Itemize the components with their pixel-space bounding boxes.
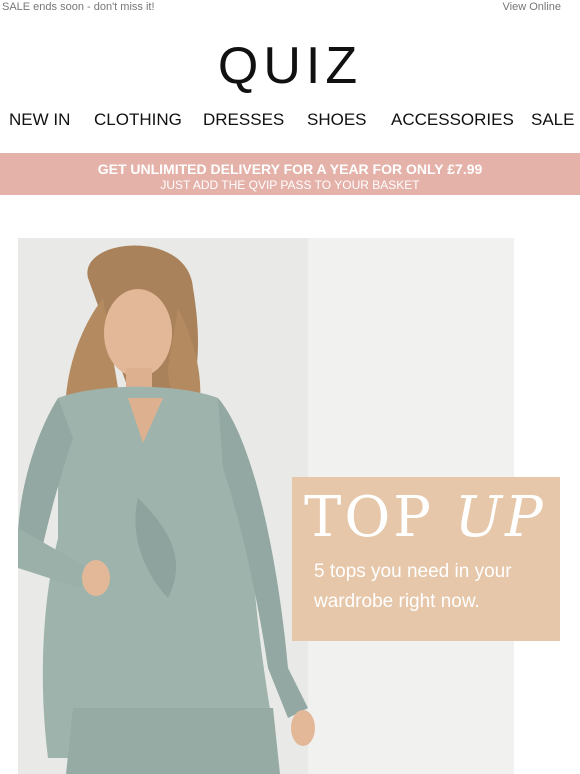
headline-word-up: UP — [454, 485, 546, 550]
nav-dresses[interactable]: DRESSES — [203, 110, 284, 130]
hero-headline: TOP UP — [304, 485, 546, 550]
nav-new-in[interactable]: NEW IN — [9, 110, 70, 130]
nav-accessories[interactable]: ACCESSORIES — [391, 110, 514, 130]
promo-headline: GET UNLIMITED DELIVERY FOR A YEAR FOR ON… — [97, 161, 483, 177]
promo-subline: JUST ADD THE QVIP PASS TO YOUR BASKET — [160, 178, 420, 192]
nav-shoes[interactable]: SHOES — [307, 110, 367, 130]
promo-banner[interactable]: GET UNLIMITED DELIVERY FOR A YEAR FOR ON… — [0, 153, 580, 195]
view-online-link[interactable]: View Online — [503, 1, 562, 13]
quiz-logo[interactable]: QUIZ — [0, 36, 580, 96]
top-up-overlay[interactable]: TOP UP 5 tops you need in your wardrobe … — [292, 477, 560, 641]
hero-subtext: 5 tops you need in your wardrobe right n… — [314, 561, 512, 612]
top-bar: SALE ends soon - don't miss it! View Onl… — [0, 0, 580, 16]
main-nav: NEW IN CLOTHING DRESSES SHOES ACCESSORIE… — [0, 110, 580, 134]
sale-notice: SALE ends soon - don't miss it! — [2, 1, 155, 13]
headline-word-top: TOP — [304, 485, 434, 550]
nav-sale[interactable]: SALE — [531, 110, 574, 130]
nav-clothing[interactable]: CLOTHING — [94, 110, 182, 130]
